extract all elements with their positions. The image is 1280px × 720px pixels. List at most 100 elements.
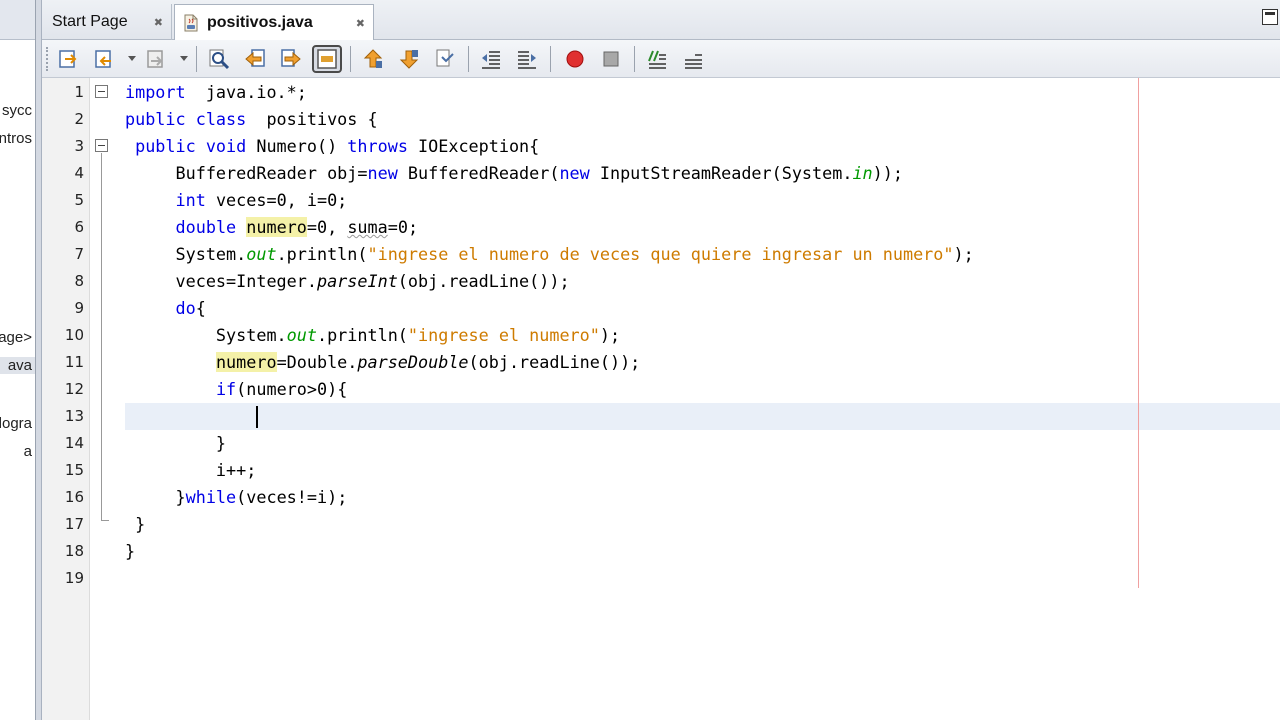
- keyword-token: public void: [125, 136, 247, 156]
- collapse-icon[interactable]: [95, 85, 108, 98]
- keyword-token: public class: [125, 109, 247, 129]
- next-bookmark-icon[interactable]: [394, 45, 424, 73]
- history-back-icon[interactable]: [90, 45, 120, 73]
- start-macro-icon[interactable]: [560, 45, 590, 73]
- close-icon[interactable]: ✖: [356, 17, 365, 30]
- find-previous-icon[interactable]: [240, 45, 270, 73]
- code-token: }: [125, 487, 186, 507]
- code-token: (obj.readLine());: [468, 352, 641, 372]
- current-code-line[interactable]: [125, 403, 1280, 430]
- field-token: out: [246, 244, 277, 264]
- code-line[interactable]: public void Numero() throws IOException{: [125, 133, 1280, 160]
- line-number: 8: [74, 272, 84, 290]
- code-line[interactable]: System.out.println("ingrese el numero de…: [125, 241, 1280, 268]
- editor-tab-bar: Start Page ✖ positivos.java ✖: [42, 0, 1280, 41]
- toolbar-separator: [196, 46, 197, 72]
- keyword-token: int: [175, 190, 206, 210]
- collapse-icon[interactable]: [95, 139, 108, 152]
- shift-left-icon[interactable]: [476, 45, 506, 73]
- code-token: parseInt: [316, 271, 398, 291]
- field-token: out: [286, 325, 317, 345]
- project-tree-item[interactable]: logra: [0, 415, 32, 432]
- code-token: =0;: [387, 217, 419, 237]
- code-line[interactable]: }: [125, 511, 1280, 538]
- find-next-icon[interactable]: [276, 45, 306, 73]
- line-number: 13: [64, 407, 84, 425]
- code-token: =0,: [306, 217, 348, 237]
- code-token: {: [195, 298, 206, 318]
- last-edit-icon[interactable]: [54, 45, 84, 73]
- string-token: "ingrese el numero de veces que quiere i…: [367, 244, 954, 264]
- code-line[interactable]: do{: [125, 295, 1280, 322]
- code-token: (veces!=i);: [236, 487, 348, 507]
- keyword-token: do: [175, 298, 196, 318]
- code-line[interactable]: if(numero>0){: [125, 376, 1280, 403]
- projects-panel: sycc ntros age> ava logra a: [0, 0, 36, 720]
- line-number: 10: [64, 326, 84, 344]
- code-line[interactable]: System.out.println("ingrese el numero");: [125, 322, 1280, 349]
- chevron-down-icon[interactable]: [128, 56, 136, 61]
- code-line[interactable]: }while(veces!=i);: [125, 484, 1280, 511]
- comment-icon[interactable]: [642, 45, 672, 73]
- code-line[interactable]: [125, 565, 1280, 592]
- tab-start-page[interactable]: Start Page ✖: [44, 4, 172, 40]
- code-token: BufferedReader obj=: [125, 163, 368, 183]
- toolbar-separator: [634, 46, 635, 72]
- shift-right-icon[interactable]: [512, 45, 542, 73]
- fold-end-marker: [101, 520, 109, 521]
- find-icon[interactable]: [204, 45, 234, 73]
- tab-positivos-java-label: positivos.java: [207, 14, 313, 31]
- right-margin-line: [1138, 78, 1139, 588]
- code-token: System.: [125, 325, 287, 345]
- toolbar-grip[interactable]: [46, 47, 48, 71]
- project-tree-item[interactable]: ava: [0, 357, 35, 374]
- code-token: positivos {: [246, 109, 378, 129]
- code-line[interactable]: veces=Integer.parseInt(obj.readLine());: [125, 268, 1280, 295]
- code-line[interactable]: int veces=0, i=0;: [125, 187, 1280, 214]
- code-line[interactable]: i++;: [125, 457, 1280, 484]
- close-icon[interactable]: ✖: [154, 16, 163, 29]
- code-token: java.io.*;: [185, 82, 307, 102]
- tab-positivos-java[interactable]: positivos.java ✖: [174, 4, 374, 41]
- line-number: 6: [74, 218, 84, 236]
- code-token: System.: [125, 244, 247, 264]
- line-number: 12: [64, 380, 84, 398]
- project-tree-item[interactable]: a: [24, 443, 32, 460]
- keyword-token: import: [125, 82, 186, 102]
- line-number: 18: [64, 542, 84, 560]
- code-line[interactable]: public class positivos {: [125, 106, 1280, 133]
- code-line[interactable]: numero=Double.parseDouble(obj.readLine()…: [125, 349, 1280, 376]
- project-tree-item[interactable]: ntros: [0, 130, 32, 147]
- code-editor[interactable]: 1 2 3 4 5 6 7 8 9 10 11 12 13 14 15 16 17 18 19 import jav…: [42, 78, 1280, 720]
- maximize-window-icon[interactable]: [1262, 9, 1278, 25]
- code-line[interactable]: }: [125, 430, 1280, 457]
- code-line[interactable]: BufferedReader obj=new BufferedReader(ne…: [125, 160, 1280, 187]
- line-number: 2: [74, 110, 84, 128]
- toolbar-separator: [550, 46, 551, 72]
- code-token: (obj.readLine());: [397, 271, 570, 291]
- code-area[interactable]: import java.io.*; public class positivos …: [125, 78, 1280, 720]
- line-number: 11: [64, 353, 84, 371]
- toggle-bookmark-icon[interactable]: [430, 45, 460, 73]
- chevron-down-icon[interactable]: [180, 56, 188, 61]
- field-token: in: [852, 163, 873, 183]
- uncomment-icon[interactable]: [678, 45, 708, 73]
- fold-guide: [101, 153, 102, 520]
- toolbar-separator: [468, 46, 469, 72]
- project-tree-item[interactable]: sycc: [2, 102, 32, 119]
- stop-macro-icon[interactable]: [596, 45, 626, 73]
- code-token: veces=Integer.: [125, 271, 317, 291]
- previous-bookmark-icon[interactable]: [358, 45, 388, 73]
- code-line[interactable]: import java.io.*;: [125, 79, 1280, 106]
- toggle-highlight-icon[interactable]: [312, 45, 342, 73]
- history-forward-icon[interactable]: [142, 45, 172, 73]
- code-token: parseDouble: [357, 352, 469, 372]
- project-tree-item[interactable]: age>: [0, 329, 32, 346]
- code-token: }: [125, 433, 227, 453]
- code-line[interactable]: }: [125, 538, 1280, 565]
- code-line[interactable]: double numero=0, suma=0;: [125, 214, 1280, 241]
- keyword-token: while: [185, 487, 237, 507]
- code-token: .println(: [276, 244, 368, 264]
